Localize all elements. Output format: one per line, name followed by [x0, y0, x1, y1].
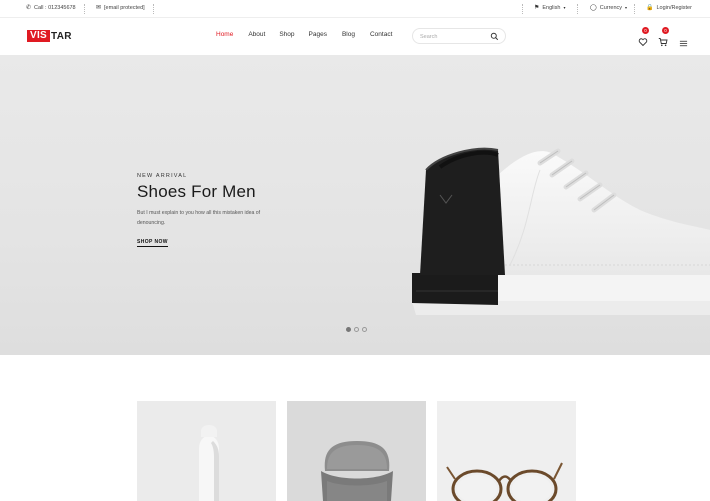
- language-selector[interactable]: ⚑ English ▾: [534, 5, 565, 11]
- nav-blog[interactable]: Blog: [342, 31, 355, 38]
- cart-count-badge: 0: [662, 27, 669, 34]
- wishlist-button[interactable]: 0: [638, 27, 649, 47]
- heart-icon: [638, 38, 648, 47]
- login-register-link[interactable]: 🔒 Login/Register: [646, 5, 692, 11]
- slide-dot-1[interactable]: [346, 327, 351, 332]
- hero-kicker: NEW ARRIVAL: [137, 173, 188, 179]
- slide-dot-2[interactable]: [354, 327, 359, 332]
- nav-pages[interactable]: Pages: [309, 31, 327, 38]
- slide-dot-3[interactable]: [362, 327, 367, 332]
- divider: [522, 4, 523, 14]
- nav-contact[interactable]: Contact: [370, 31, 392, 38]
- divider: [634, 4, 635, 14]
- product-card-chair[interactable]: [287, 401, 426, 501]
- shop-now-button[interactable]: SHOP NOW: [137, 239, 168, 247]
- flag-icon: ⚑: [534, 5, 540, 11]
- divider: [84, 4, 85, 14]
- logo-text: TAR: [51, 30, 72, 42]
- phone-contact[interactable]: ✆ Call : 012345678: [26, 5, 76, 11]
- chair-product-image: [287, 401, 426, 501]
- mail-icon: ✉: [96, 5, 102, 11]
- nav-about[interactable]: About: [248, 31, 265, 38]
- hero-shoe-image: [412, 147, 710, 315]
- site-logo[interactable]: VIS TAR: [27, 30, 72, 42]
- site-header: VIS TAR Home About Shop Pages Blog Conta…: [0, 18, 710, 55]
- email-contact[interactable]: ✉ [email protected]: [96, 5, 145, 11]
- hook-product-image: [137, 401, 276, 501]
- hero-title: Shoes For Men: [137, 182, 256, 201]
- search-input[interactable]: [420, 32, 490, 41]
- language-label: English: [542, 5, 561, 11]
- slider-pagination: [346, 327, 367, 332]
- phone-icon: ✆: [26, 5, 32, 11]
- nav-shop[interactable]: Shop: [279, 31, 294, 38]
- currency-label: Currency: [599, 5, 623, 11]
- currency-selector[interactable]: ◯ Currency ▾: [590, 5, 627, 11]
- cart-button[interactable]: 0: [658, 27, 669, 47]
- chevron-down-icon: ▾: [625, 5, 628, 10]
- currency-icon: ◯: [590, 5, 597, 11]
- logo-highlight: VIS: [27, 30, 51, 42]
- phone-text: Call : 012345678: [34, 5, 76, 11]
- cart-icon: [658, 38, 668, 47]
- chevron-down-icon: ▾: [563, 5, 566, 10]
- menu-button[interactable]: [679, 35, 689, 47]
- product-card-hook[interactable]: [137, 401, 276, 501]
- main-nav: Home About Shop Pages Blog Contact: [216, 31, 392, 38]
- top-bar: ✆ Call : 012345678 ✉ [email protected] ⚑…: [0, 0, 710, 18]
- divider: [153, 4, 154, 14]
- lock-icon: 🔒: [646, 5, 654, 11]
- login-register-label: Login/Register: [656, 5, 692, 11]
- search-box: [412, 28, 506, 44]
- hero-description: But I must explain to you how all this m…: [137, 210, 261, 226]
- nav-home[interactable]: Home: [216, 31, 233, 38]
- divider: [577, 4, 578, 14]
- email-text: [email protected]: [104, 5, 145, 11]
- hero-slider: NEW ARRIVAL Shoes For Men But I must exp…: [0, 55, 710, 355]
- hero-content: NEW ARRIVAL Shoes For Men But I must exp…: [137, 173, 287, 248]
- hamburger-menu-icon: [679, 40, 688, 47]
- glasses-product-image: [437, 401, 576, 501]
- wishlist-count-badge: 0: [642, 27, 649, 34]
- search-icon[interactable]: [490, 32, 499, 41]
- product-card-glasses[interactable]: [437, 401, 576, 501]
